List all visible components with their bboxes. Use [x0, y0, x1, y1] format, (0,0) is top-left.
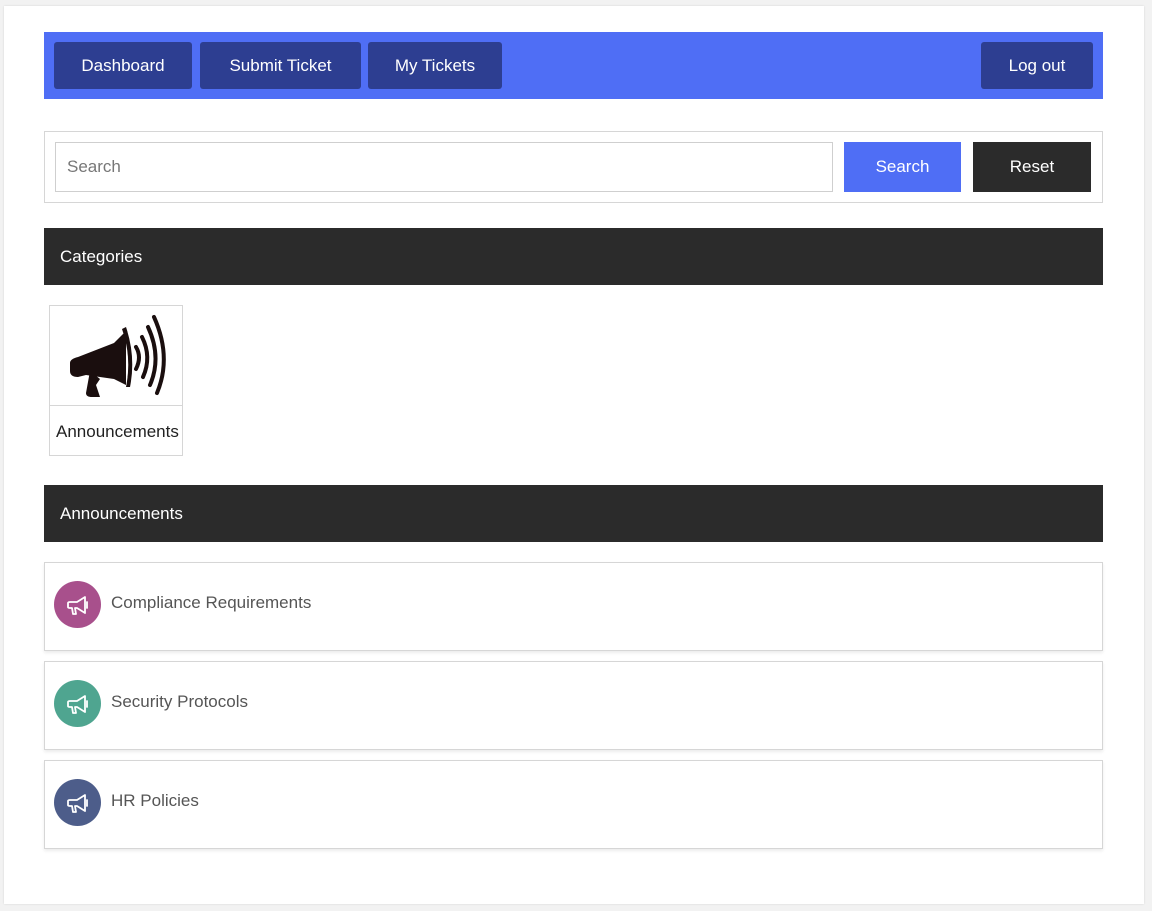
announcement-title: Compliance Requirements — [111, 593, 312, 612]
search-input[interactable] — [55, 142, 833, 192]
announcement-item[interactable]: HR Policies — [44, 760, 1103, 849]
top-navbar: Dashboard Submit Ticket My Tickets Log o… — [44, 32, 1103, 99]
categories-header: Categories — [44, 228, 1103, 285]
announcement-title: Security Protocols — [111, 692, 248, 711]
announcement-item[interactable]: Security Protocols — [44, 661, 1103, 750]
dashboard-button[interactable]: Dashboard — [54, 42, 192, 89]
category-card-announcements[interactable]: Announcements — [49, 305, 183, 456]
reset-button[interactable]: Reset — [973, 142, 1091, 192]
category-label: Announcements — [56, 422, 179, 441]
page-container: Dashboard Submit Ticket My Tickets Log o… — [4, 6, 1144, 904]
megaphone-icon — [50, 306, 182, 406]
logout-button[interactable]: Log out — [981, 42, 1093, 89]
search-panel: Search Reset — [44, 131, 1103, 203]
megaphone-icon — [54, 581, 101, 628]
announcement-title: HR Policies — [111, 791, 199, 810]
announcements-header: Announcements — [44, 485, 1103, 542]
my-tickets-button[interactable]: My Tickets — [368, 42, 502, 89]
megaphone-icon — [54, 779, 101, 826]
search-button[interactable]: Search — [844, 142, 961, 192]
announcement-item[interactable]: Compliance Requirements — [44, 562, 1103, 651]
submit-ticket-button[interactable]: Submit Ticket — [200, 42, 361, 89]
megaphone-icon — [54, 680, 101, 727]
